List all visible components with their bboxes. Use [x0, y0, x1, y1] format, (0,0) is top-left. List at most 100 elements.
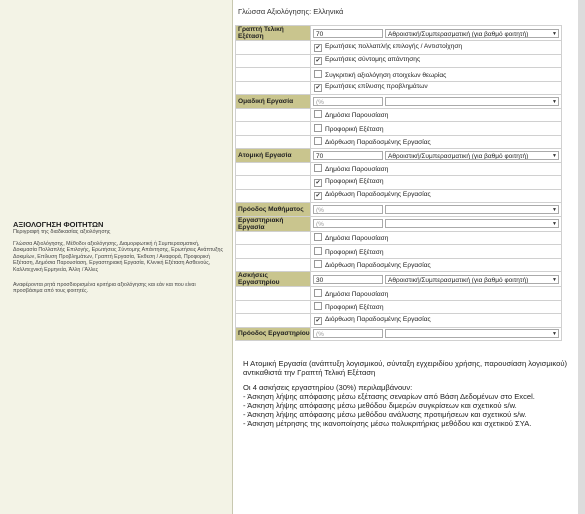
- criterion-option: Δημόσια Παρουσίαση: [310, 161, 562, 176]
- left-panel: ΑΞΙΟΛΟΓΗΣΗ ΦΟΙΤΗΤΩΝ Περιγραφή της διαδικ…: [0, 0, 233, 514]
- method-label: Ομαδική Εργασία: [235, 94, 311, 109]
- checkbox[interactable]: [314, 246, 322, 255]
- checkbox[interactable]: [314, 110, 322, 119]
- checkbox[interactable]: ✔: [314, 316, 322, 325]
- empty-cell: [235, 80, 311, 95]
- criterion-row: Δημόσια Παρουσίαση: [235, 161, 562, 176]
- checkbox[interactable]: [314, 137, 322, 146]
- method-row: Πρόοδος Μαθήματος (% ▼: [235, 202, 562, 217]
- method-controls-wrap: 70 Αθροιστική/Συμπερασματική (για βαθμό φ…: [311, 150, 561, 161]
- notes-paragraph-2: Οι 4 ασκήσεις εργαστηρίου (30%) περιλαμβ…: [243, 383, 413, 392]
- checkbox-label: Ερωτήσεις επίλυσης προβλημάτων: [325, 83, 428, 91]
- criterion-row: Προφορική Εξέταση: [235, 299, 562, 314]
- empty-cell: [235, 134, 311, 149]
- checkbox-label: Συγκριτική αξιολόγηση στοιχείων θεωρίας: [325, 71, 447, 79]
- empty-cell: [235, 161, 311, 176]
- criterion-option: Προφορική Εξέταση: [310, 299, 562, 314]
- checkbox[interactable]: ✔: [314, 192, 322, 201]
- empty-cell: [235, 313, 311, 328]
- empty-cell: [235, 40, 311, 55]
- checkbox[interactable]: [314, 164, 322, 173]
- assessment-type-select[interactable]: Αθροιστική/Συμπερασματική (για βαθμό φοι…: [385, 150, 559, 160]
- method-controls: 70 Αθροιστική/Συμπερασματική (για βαθμό φ…: [310, 148, 562, 163]
- percentage-input[interactable]: 70: [313, 28, 383, 38]
- empty-cell: [235, 257, 311, 272]
- section-note: Αναφέρονται ρητά προσδιορισμένα κριτήρια…: [13, 282, 196, 295]
- percentage-input[interactable]: (%: [313, 329, 383, 339]
- checkbox-label: Προφορική Εξέταση: [325, 125, 384, 133]
- percentage-input[interactable]: (%: [313, 204, 383, 214]
- checkbox[interactable]: [314, 69, 322, 78]
- notes-item: - Άσκηση λήψης απόφασης μέσω μεθόδου ανά…: [243, 410, 527, 419]
- method-controls-wrap: (% ▼: [311, 204, 561, 215]
- checkbox[interactable]: [314, 302, 322, 311]
- criterion-row: Προφορική Εξέταση: [235, 244, 562, 259]
- checkbox-label: Προφορική Εξέταση: [325, 304, 384, 312]
- checkbox-label: Ερωτήσεις πολλαπλής επιλογής / Αντιστοίχ…: [325, 42, 463, 50]
- percentage-input[interactable]: (%: [313, 219, 383, 228]
- assessment-type-select[interactable]: ▼: [385, 96, 559, 106]
- checkbox-label: Δημόσια Παρουσίαση: [325, 166, 389, 174]
- criterion-option: Προφορική Εξέταση: [310, 121, 562, 136]
- checkbox[interactable]: [314, 233, 322, 242]
- method-row: Ομαδική Εργασία (% ▼: [235, 94, 562, 109]
- assessment-type-select[interactable]: Αθροιστική/Συμπερασματική (για βαθμό φοι…: [385, 28, 559, 38]
- checkbox[interactable]: [314, 260, 322, 269]
- criterion-option: Συγκριτική αξιολόγηση στοιχείων θεωρίας: [310, 67, 562, 82]
- method-row: Ατομική Εργασία 70 Αθροιστική/Συμπερασματι…: [235, 148, 562, 163]
- empty-cell: [235, 53, 311, 68]
- checkbox[interactable]: ✔: [314, 178, 322, 187]
- method-label: Εργαστηριακή Εργασία: [235, 215, 311, 232]
- checkbox[interactable]: [314, 288, 322, 297]
- method-controls: 70 Αθροιστική/Συμπερασματική (για βαθμό φ…: [310, 25, 562, 41]
- checkbox[interactable]: [314, 123, 322, 132]
- criterion-row: Προφορική Εξέταση: [235, 121, 562, 136]
- checkbox-label: Διόρθωση Παραδοσμένης Εργασίας: [325, 139, 431, 147]
- section-subtitle: Περιγραφή της διαδικασίας αξιολόγησης: [13, 229, 111, 235]
- assessment-type-select[interactable]: ▼: [385, 329, 559, 339]
- method-label: Γραπτή Τελική Εξέταση: [235, 25, 311, 41]
- assessment-type-select[interactable]: ▼: [385, 219, 559, 228]
- dropdown-arrow-icon: ▼: [552, 221, 557, 227]
- percentage-input[interactable]: 70: [313, 150, 383, 160]
- section-title: ΑΞΙΟΛΟΓΗΣΗ ΦΟΙΤΗΤΩΝ: [13, 220, 104, 229]
- criterion-option: ✔ Ερωτήσεις επίλυσης προβλημάτων: [310, 80, 562, 95]
- checkbox-label: Δημόσια Παρουσίαση: [325, 290, 389, 298]
- notes-paragraph-1: Η Ατομική Εργασία (ανάπτυξη λογισμικού, …: [243, 359, 568, 377]
- checkbox-label: Προφορική Εξέταση: [325, 248, 384, 256]
- empty-cell: [235, 188, 311, 203]
- criterion-row: Διόρθωση Παραδοσμένης Εργασίας: [235, 257, 562, 272]
- checkbox-label: Δημόσια Παρουσίαση: [325, 112, 389, 120]
- empty-cell: [235, 107, 311, 122]
- assessment-type-value: Αθροιστική/Συμπερασματική (για βαθμό φοι…: [388, 30, 529, 38]
- checkbox[interactable]: ✔: [314, 84, 322, 93]
- criterion-row: ✔ Ερωτήσεις πολλαπλής επιλογής / Αντιστοί…: [235, 40, 562, 55]
- scrollbar[interactable]: [578, 0, 585, 514]
- checkbox[interactable]: ✔: [314, 43, 322, 52]
- method-label: Πρόοδος Εργαστηρίου: [235, 326, 311, 341]
- checkbox[interactable]: ✔: [314, 57, 322, 66]
- method-controls-wrap: (% ▼: [311, 218, 561, 229]
- criterion-row: ✔ Προφορική Εξέταση: [235, 175, 562, 190]
- assessment-type-select[interactable]: Αθροιστική/Συμπερασματική (για βαθμό φοι…: [385, 274, 559, 284]
- notes-item: - Άσκηση μέτρησης της ικανοποίησης μέσω …: [243, 419, 532, 428]
- assessment-notes[interactable]: Η Ατομική Εργασία (ανάπτυξη λογισμικού, …: [243, 359, 568, 428]
- dropdown-arrow-icon: ▼: [552, 30, 557, 37]
- assessment-type-select[interactable]: ▼: [385, 204, 559, 214]
- percentage-input[interactable]: (%: [313, 96, 383, 106]
- percentage-input[interactable]: 30: [313, 274, 383, 284]
- assessment-type-value: Αθροιστική/Συμπερασματική (για βαθμό φοι…: [388, 276, 529, 284]
- checkbox-label: Προφορική Εξέταση: [325, 177, 384, 185]
- criterion-option: Δημόσια Παρουσίαση: [310, 230, 562, 245]
- dropdown-arrow-icon: ▼: [552, 276, 557, 283]
- criterion-option: Δημόσια Παρουσίαση: [310, 107, 562, 122]
- method-row: Ασκήσεις Εργαστηρίου 30 Αθροιστική/Συμπερα…: [235, 271, 562, 287]
- empty-cell: [235, 230, 311, 245]
- section-description: Γλώσσα Αξιολόγησης, Μέθοδοι αξιολόγησης,…: [13, 241, 224, 273]
- method-label: Ατομική Εργασία: [235, 148, 311, 163]
- criterion-option: Διόρθωση Παραδοσμένης Εργασίας: [310, 134, 562, 149]
- dropdown-arrow-icon: ▼: [552, 331, 557, 338]
- criterion-option: Δημόσια Παρουσίαση: [310, 286, 562, 301]
- assessment-language: Γλώσσα Αξιολόγησης: Ελληνικά: [238, 7, 344, 16]
- method-controls: (% ▼: [310, 215, 562, 232]
